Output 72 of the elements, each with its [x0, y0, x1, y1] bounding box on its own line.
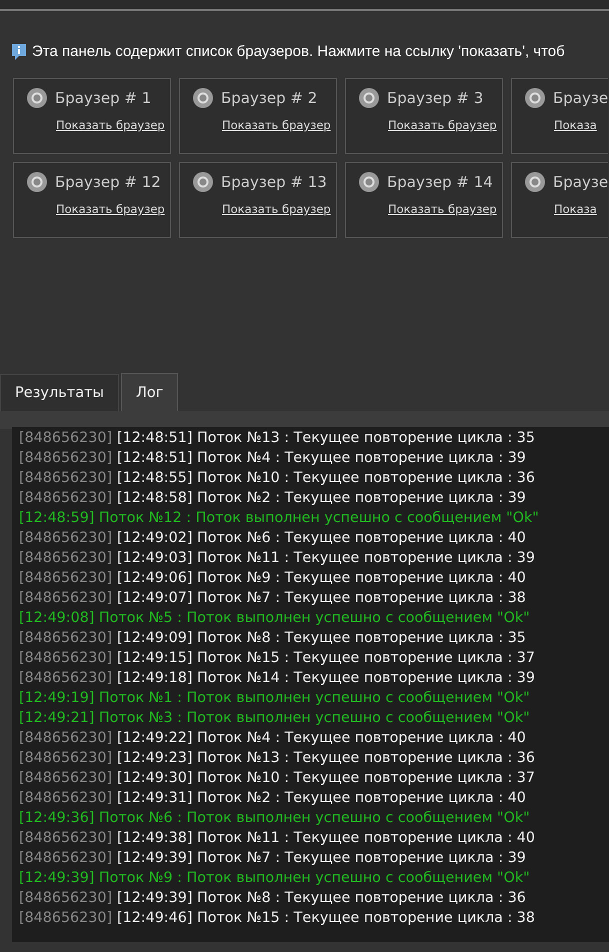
browser-title: Браузе	[553, 88, 608, 108]
show-browser-link[interactable]: Показать браузер	[388, 201, 497, 218]
session-id: [848656230]	[19, 650, 112, 666]
session-id: [848656230]	[19, 570, 112, 586]
browser-icon	[525, 88, 545, 108]
browser-icon	[27, 88, 47, 108]
info-icon	[12, 44, 26, 60]
tab[interactable]: Результаты	[0, 374, 119, 412]
show-browser-link[interactable]: Показать браузер	[222, 201, 331, 218]
success-message: [12:49:36] Поток №6 : Поток выполнен успешно с сообщением "Ok"	[19, 810, 530, 826]
log-message: [12:48:58] Поток №2 : Текущее повторение цикла : 39	[117, 490, 526, 506]
session-id: [848656230]	[19, 890, 112, 906]
browser-icon	[525, 172, 545, 192]
show-browser-link[interactable]: Показа	[554, 201, 597, 218]
session-id: [848656230]	[19, 830, 112, 846]
browser-title: Браузе	[553, 172, 608, 192]
session-id: [848656230]	[19, 590, 112, 606]
session-id: [848656230]	[19, 450, 112, 466]
log-message: [12:48:51] Поток №4 : Текущее повторение цикла : 39	[117, 450, 526, 466]
success-message: [12:49:08] Поток №5 : Поток выполнен успешно с сообщением "Ok"	[19, 610, 530, 626]
session-id: [848656230]	[19, 470, 112, 486]
browser-title: Браузер # 3	[387, 88, 484, 108]
browser-title: Браузер # 14	[387, 172, 493, 192]
browser-title: Браузер # 12	[55, 172, 161, 192]
log-message: [12:48:51] Поток №13 : Текущее повторение цикла : 35	[117, 430, 535, 446]
success-message: [12:49:39] Поток №9 : Поток выполнен успешно с сообщением "Ok"	[19, 870, 530, 886]
log-message: [12:49:03] Поток №11 : Текущее повторение цикла : 39	[117, 550, 535, 566]
session-id: [848656230]	[19, 750, 112, 766]
info-text: Эта панель содержит список браузеров. Нажмите на ссылку 'показать', чтоб	[32, 42, 565, 62]
log-message: [12:49:39] Поток №8 : Текущее повторение цикла : 36	[117, 890, 526, 906]
session-id: [848656230]	[19, 770, 112, 786]
session-id: [848656230]	[19, 850, 112, 866]
browser-icon	[359, 88, 379, 108]
session-id: [848656230]	[19, 910, 112, 926]
success-message: [12:48:59] Поток №12 : Поток выполнен успешно с сообщением "Ok"	[19, 510, 539, 526]
session-id: [848656230]	[19, 550, 112, 566]
tab[interactable]: Лог	[121, 372, 178, 412]
log-message: [12:49:09] Поток №8 : Текущее повторение цикла : 35	[117, 630, 526, 646]
session-id: [848656230]	[19, 730, 112, 746]
browser-icon	[193, 88, 213, 108]
session-id: [848656230]	[19, 670, 112, 686]
log-message: [12:49:07] Поток №7 : Текущее повторение цикла : 38	[117, 590, 526, 606]
browser-title: Браузер # 2	[221, 88, 318, 108]
log-message: [12:49:02] Поток №6 : Текущее повторение цикла : 40	[117, 530, 526, 546]
log-message: [12:49:06] Поток №9 : Текущее повторение цикла : 40	[117, 570, 526, 586]
log-message: [12:49:18] Поток №14 : Текущее повторение цикла : 39	[117, 670, 535, 686]
browser-title: Браузер # 1	[55, 88, 152, 108]
show-browser-link[interactable]: Показа	[554, 117, 597, 134]
browser-icon	[193, 172, 213, 192]
browser-icon	[27, 172, 47, 192]
browser-title: Браузер # 13	[221, 172, 327, 192]
session-id: [848656230]	[19, 630, 112, 646]
log-message: [12:49:46] Поток №15 : Текущее повторение цикла : 38	[117, 910, 535, 926]
show-browser-link[interactable]: Показать браузер	[56, 201, 165, 218]
log-message: [12:49:22] Поток №4 : Текущее повторение цикла : 40	[117, 730, 526, 746]
show-browser-link[interactable]: Показать браузер	[56, 117, 165, 134]
log-message: [12:49:39] Поток №7 : Текущее повторение цикла : 39	[117, 850, 526, 866]
session-id: [848656230]	[19, 530, 112, 546]
session-id: [848656230]	[19, 430, 112, 446]
browser-icon	[359, 172, 379, 192]
show-browser-link[interactable]: Показать браузер	[222, 117, 331, 134]
session-id: [848656230]	[19, 490, 112, 506]
session-id: [848656230]	[19, 790, 112, 806]
success-message: [12:49:19] Поток №1 : Поток выполнен успешно с сообщением "Ok"	[19, 690, 530, 706]
log-message: [12:49:38] Поток №11 : Текущее повторение цикла : 40	[117, 830, 535, 846]
show-browser-link[interactable]: Показать браузер	[388, 117, 497, 134]
success-message: [12:49:21] Поток №3 : Поток выполнен успешно с сообщением "Ok"	[19, 710, 530, 726]
log-message: [12:48:55] Поток №10 : Текущее повторение цикла : 36	[117, 470, 535, 486]
log-message: [12:49:15] Поток №15 : Текущее повторение цикла : 37	[117, 650, 535, 666]
log-message: [12:49:30] Поток №10 : Текущее повторение цикла : 37	[117, 770, 535, 786]
log-message: [12:49:23] Поток №13 : Текущее повторение цикла : 36	[117, 750, 535, 766]
log-message: [12:49:31] Поток №2 : Текущее повторение цикла : 40	[117, 790, 526, 806]
